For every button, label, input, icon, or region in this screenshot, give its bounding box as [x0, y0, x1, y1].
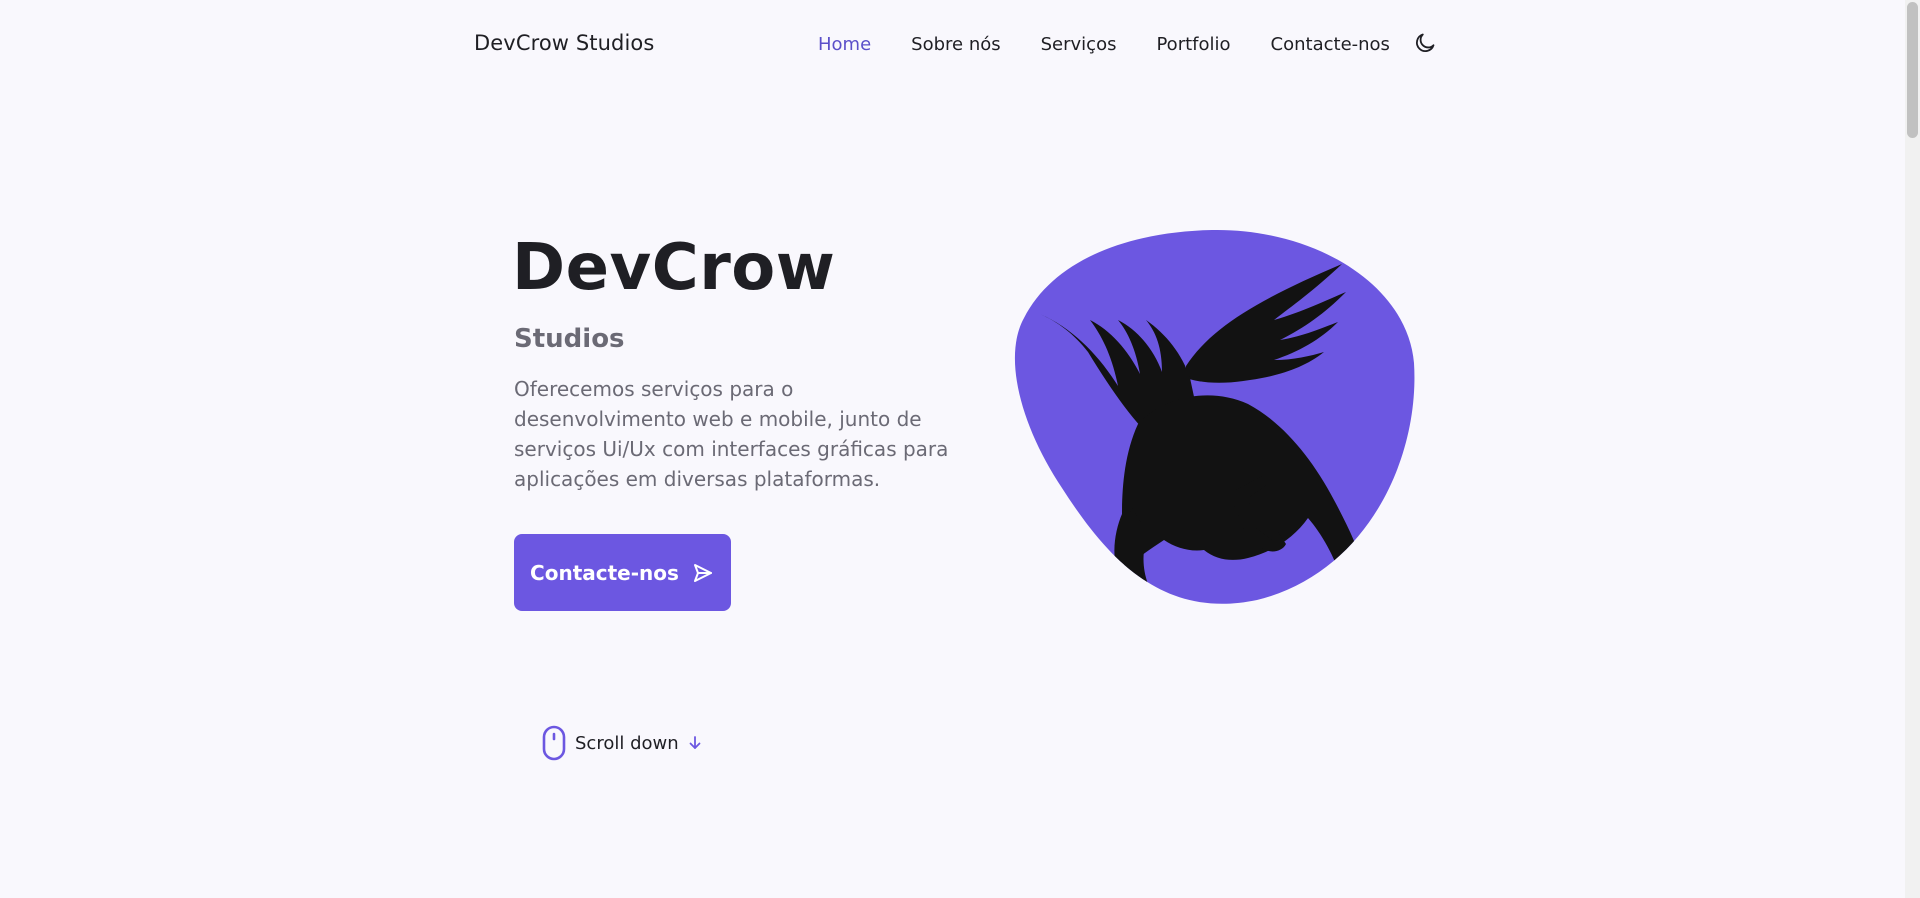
contact-button[interactable]: Contacte-nos: [514, 534, 731, 611]
arrow-down-icon: [689, 736, 701, 749]
scrollbar-thumb[interactable]: [1907, 2, 1918, 138]
moon-icon: [1415, 33, 1435, 52]
nav-item-sobre-nos[interactable]: Sobre nós: [911, 34, 1000, 55]
site-header: DevCrow Studios Home Sobre nós Serviços …: [0, 0, 1920, 90]
hero-image: [1012, 228, 1416, 604]
theme-toggle-button[interactable]: [1412, 30, 1438, 56]
send-icon: [693, 563, 712, 582]
hero-description: Oferecemos serviços para o desenvolvimen…: [514, 377, 949, 491]
nav-item-servicos[interactable]: Serviços: [1041, 34, 1117, 55]
brand-logo-text[interactable]: DevCrow Studios: [474, 31, 654, 55]
scroll-down-label: Scroll down: [575, 732, 679, 754]
nav-item-home[interactable]: Home: [818, 34, 871, 55]
nav-item-portfolio[interactable]: Portfolio: [1156, 34, 1230, 55]
contact-button-label: Contacte-nos: [530, 560, 679, 585]
hero-subtitle: Studios: [514, 324, 625, 354]
mouse-icon: [542, 725, 566, 761]
nav-item-contacte-nos[interactable]: Contacte-nos: [1271, 34, 1390, 55]
hero-title: DevCrow: [512, 231, 836, 305]
scroll-down-link[interactable]: Scroll down: [541, 725, 703, 761]
main-nav: Home Sobre nós Serviços Portfolio Contac…: [818, 32, 1438, 56]
page-scrollbar[interactable]: [1905, 0, 1920, 898]
crow-logo: [1014, 229, 1415, 604]
